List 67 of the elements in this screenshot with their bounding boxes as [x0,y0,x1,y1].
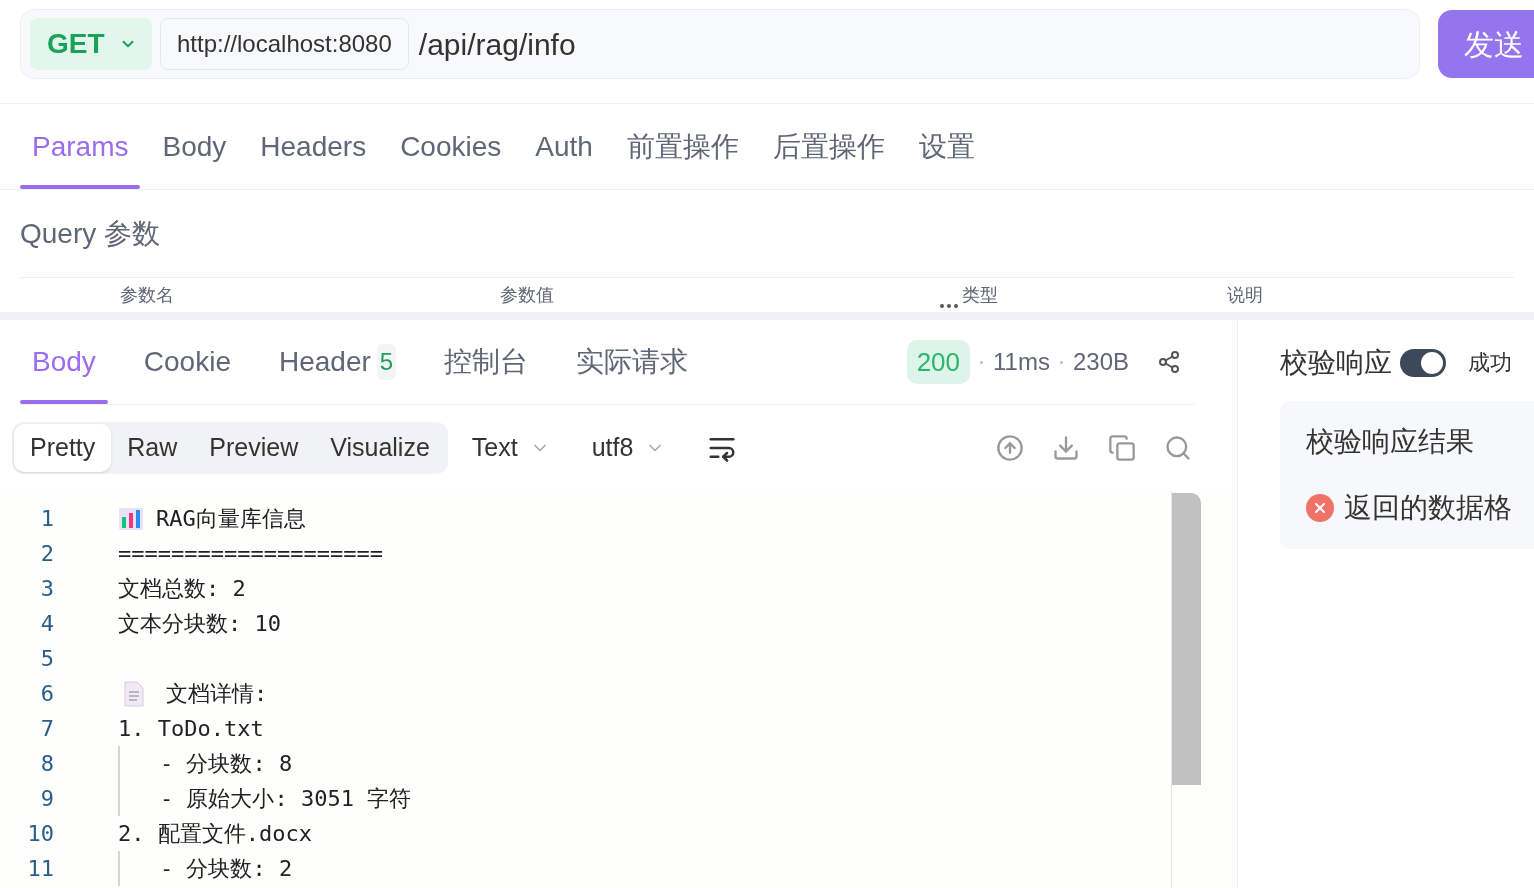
send-button[interactable]: 发送 [1438,10,1534,78]
path-field[interactable]: /api/rag/info [418,21,576,67]
format-tab[interactable]: Pretty [14,424,112,472]
format-tab[interactable]: Preview [193,424,315,472]
validation-label: 校验响应 [1280,345,1392,380]
line-number: 2 [39,540,55,568]
column-header: 类型 [962,283,999,307]
code-text: 文档详情: [166,680,268,708]
search-icon[interactable] [1164,434,1192,462]
tab[interactable]: Headers [248,104,379,189]
response-time: 11ms [993,347,1050,377]
tab[interactable]: 实际请求 [564,320,701,404]
code-text: - 分块数: 2 [160,855,293,883]
upload-icon[interactable] [996,434,1024,462]
tab[interactable]: Params [20,104,141,189]
document-icon [122,679,146,708]
code-text: 文档总数: 2 [118,575,246,603]
result-message: 返回的数据格 [1344,491,1512,525]
column-header: 参数值 [500,283,555,307]
base-url[interactable]: http://localhost:8080 [160,18,409,70]
line-number: 6 [39,680,55,708]
bar-chart-icon [118,506,144,531]
download-icon[interactable] [1052,434,1080,462]
line-number: 3 [39,575,55,603]
line-number: 11 [26,855,55,883]
code-text: - 原始大小: 3051 字符 [160,785,412,813]
code-text: - 分块数: 8 [160,750,293,778]
code-text: 2. 配置文件.docx [118,820,312,848]
count-badge: 5 [376,344,397,380]
column-header: 参数名 [120,283,175,307]
card-title: 校验响应结果 [1306,425,1475,459]
code-text: 1. ToDo.txt [118,715,264,743]
line-number: 10 [26,820,55,848]
tab[interactable]: Body [150,104,239,189]
code-text: ==================== [118,540,383,568]
share-icon[interactable] [1157,350,1181,374]
line-number: 7 [39,715,55,743]
tab[interactable]: Cookies [388,104,514,189]
code-text: 文本分块数: 10 [118,610,281,638]
line-number: 9 [39,785,55,813]
format-tab[interactable]: Visualize [314,424,446,472]
tab[interactable]: 设置 [906,104,987,189]
tab[interactable]: 前置操作 [614,104,751,189]
tab[interactable]: Auth [523,104,605,189]
line-number: 5 [39,645,55,673]
tab[interactable]: Body [20,320,108,404]
content-type-dropdown[interactable]: Text [471,429,550,467]
status-code: 200 [906,340,971,384]
encoding-dropdown[interactable]: utf8 [591,429,666,467]
tab[interactable]: Header 5 [267,320,409,404]
tab[interactable]: Cookie [131,320,243,404]
tab[interactable]: 后置操作 [760,104,897,189]
drag-handle-icon [940,304,958,308]
line-number: 8 [39,750,55,778]
tab[interactable]: 控制台 [432,320,541,404]
line-number: 1 [39,505,55,533]
section-title: Query 参数 [20,216,161,251]
format-tab[interactable]: Raw [111,424,194,472]
line-number: 4 [39,610,55,638]
scrollbar-thumb[interactable] [1172,493,1201,785]
method-dropdown[interactable]: GET [30,18,152,70]
response-size: 230B [1072,347,1129,377]
toggle-switch[interactable] [1400,348,1446,377]
copy-icon[interactable] [1108,434,1136,462]
code-text: RAG向量库信息 [156,505,306,533]
column-header: 说明 [1227,283,1263,307]
validation-status: 成功 [1468,349,1512,377]
